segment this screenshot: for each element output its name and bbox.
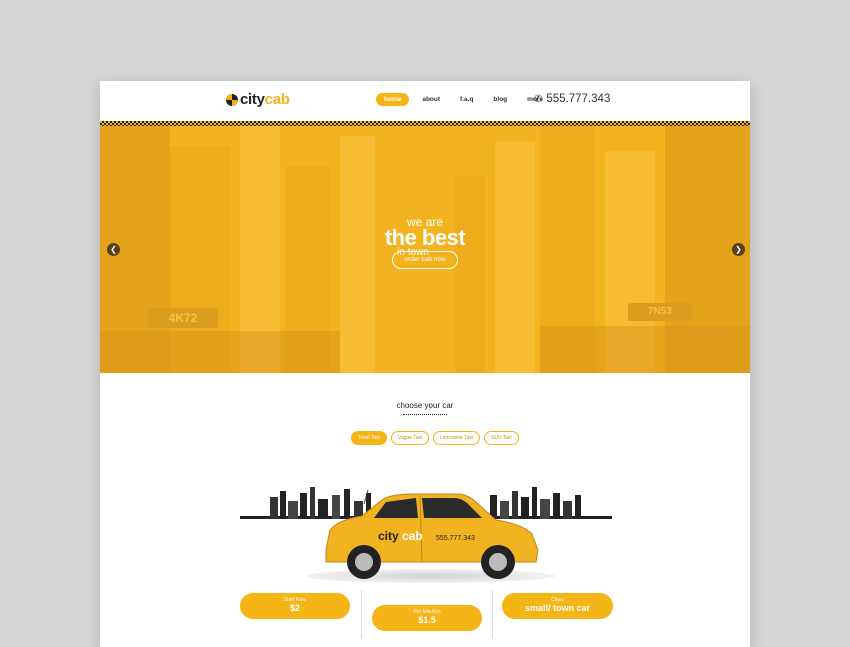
- price-card-class: Class small/ town car: [502, 593, 613, 619]
- phone-text: 555.777.343: [546, 93, 611, 105]
- price-label: Class: [551, 597, 564, 603]
- price-label: Start Rate: [283, 597, 307, 603]
- price-value: $2: [289, 603, 300, 613]
- chevron-right-icon[interactable]: ❯: [732, 243, 745, 256]
- webpage: city cab home about f.a.q blog more ✆ 555…: [100, 81, 750, 647]
- title-underline: [403, 414, 447, 416]
- taxi-sign-right: 7N53: [628, 303, 692, 321]
- phone-icon: ✆: [534, 93, 543, 105]
- tab-suv-taxi[interactable]: SUV Taxi: [484, 431, 519, 445]
- car-phone: 555.777.343: [436, 535, 475, 542]
- price-card-start-rate: Start Rate $2: [240, 593, 350, 619]
- price-card-per-mile: Per Mile/Km $1.5: [372, 605, 482, 631]
- nav-item-faq[interactable]: f.a.q: [453, 93, 480, 106]
- price-label: Per Mile/Km: [413, 609, 441, 615]
- logo-text-cab: cab: [264, 91, 290, 108]
- site-header: city cab home about f.a.q blog more ✆ 555…: [100, 81, 750, 121]
- price-value: small/ town car: [524, 603, 591, 613]
- taxi-roof-left: [100, 331, 340, 373]
- phone-number[interactable]: ✆ 555.777.343: [534, 93, 610, 105]
- divider: [361, 590, 362, 638]
- tab-town-taxi[interactable]: Town Taxi: [351, 431, 387, 445]
- logo[interactable]: city cab: [226, 91, 290, 108]
- price-value: $1.5: [418, 615, 436, 625]
- chevron-left-icon[interactable]: ❮: [107, 243, 120, 256]
- order-cab-button[interactable]: order cab now: [392, 251, 458, 269]
- nav-item-blog[interactable]: blog: [486, 93, 514, 106]
- car-type-tabs: Town Taxi Vague Taxi Limousine Taxi SUV …: [351, 431, 519, 445]
- logo-text-city: city: [240, 91, 265, 108]
- tab-limousine-taxi[interactable]: Limousine Taxi: [433, 431, 481, 445]
- tab-vague-taxi[interactable]: Vague Taxi: [390, 431, 430, 445]
- nav-item-home[interactable]: home: [376, 93, 410, 106]
- main-nav: home about f.a.q blog more: [376, 93, 550, 106]
- hero-line-2: the best: [384, 225, 466, 250]
- building: [455, 176, 485, 373]
- divider: [492, 590, 493, 638]
- taxi-car-image: city cab 555.777.343: [325, 490, 539, 579]
- taxi-sign-left: 4K72: [148, 308, 218, 328]
- nav-item-about[interactable]: about: [415, 93, 447, 106]
- choose-car-title: choose your car: [396, 401, 454, 410]
- taxi-roof-right: [540, 326, 750, 373]
- hero-slider: 4K72 7N53 we are the best in town order …: [100, 126, 750, 373]
- car-logo-cab: cab: [402, 529, 423, 543]
- car-logo-city: city: [378, 529, 399, 543]
- logo-mark-icon: [226, 93, 238, 106]
